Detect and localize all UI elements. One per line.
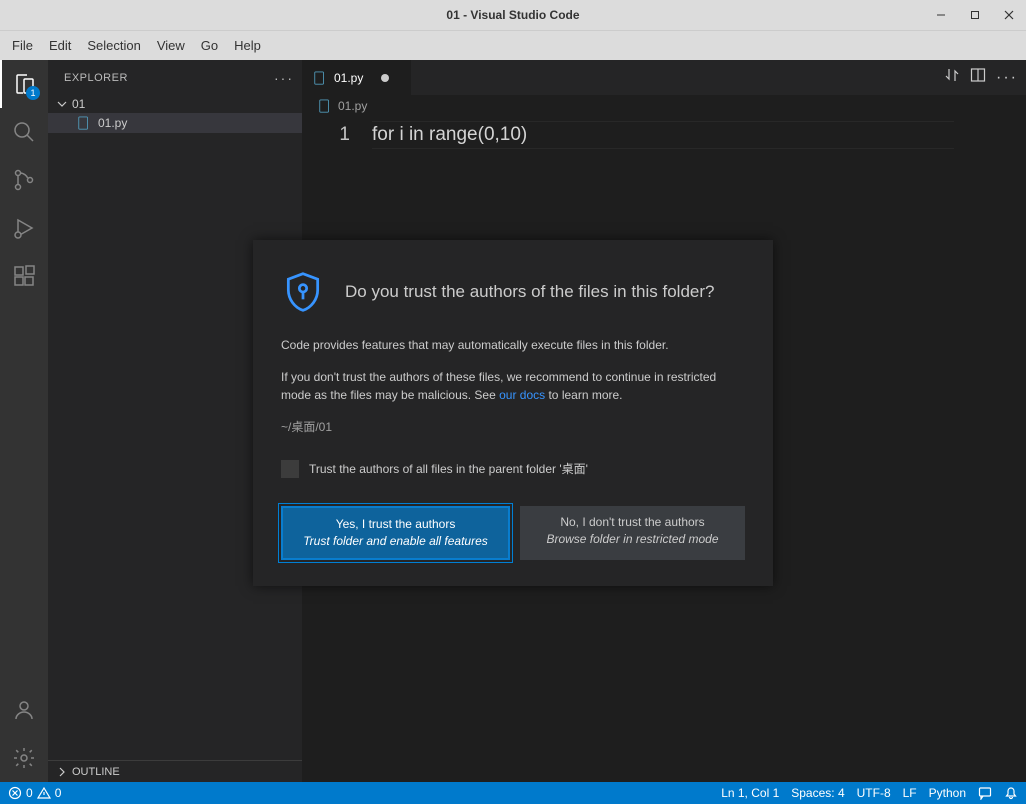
shield-icon — [281, 270, 325, 314]
menu-go[interactable]: Go — [193, 34, 226, 57]
menu-edit[interactable]: Edit — [41, 34, 79, 57]
workspace-trust-dialog: Do you trust the authors of the files in… — [253, 240, 773, 586]
status-spaces[interactable]: Spaces: 4 — [791, 786, 844, 800]
activity-bar: 1 — [0, 60, 48, 782]
activity-extensions[interactable] — [0, 252, 48, 300]
chevron-down-icon — [56, 98, 68, 110]
status-eol[interactable]: LF — [903, 786, 917, 800]
activity-explorer[interactable]: 1 — [0, 60, 48, 108]
sidebar-folder[interactable]: 01 — [48, 95, 302, 113]
dialog-checkbox-row: Trust the authors of all files in the pa… — [281, 460, 745, 478]
titlebar: 01 - Visual Studio Code — [0, 0, 1026, 30]
status-errors[interactable]: 0 0 — [8, 786, 61, 800]
dialog-p1: Code provides features that may automati… — [281, 336, 745, 354]
tab-01py[interactable]: 01.py — [302, 60, 412, 95]
no-main: No, I don't trust the authors — [560, 515, 704, 529]
activity-search[interactable] — [0, 108, 48, 156]
status-bar: 0 0 Ln 1, Col 1 Spaces: 4 UTF-8 LF Pytho… — [0, 782, 1026, 804]
activity-source-control[interactable] — [0, 156, 48, 204]
editor-actions: ··· — [936, 60, 1026, 95]
checkbox-label: Trust the authors of all files in the pa… — [309, 460, 588, 478]
dialog-buttons: Yes, I trust the authors Trust folder an… — [281, 506, 745, 560]
dialog-title: Do you trust the authors of the files in… — [345, 282, 714, 302]
menu-help[interactable]: Help — [226, 34, 269, 57]
no-sub: Browse folder in restricted mode — [526, 531, 739, 548]
trust-no-button[interactable]: No, I don't trust the authors Browse fol… — [520, 506, 745, 560]
folder-name: 01 — [72, 97, 85, 111]
status-feedback-icon[interactable] — [978, 786, 992, 800]
sidebar-title: EXPLORER — [64, 72, 128, 84]
close-button[interactable] — [992, 0, 1026, 30]
outline-label: OUTLINE — [72, 766, 120, 778]
status-bell-icon[interactable] — [1004, 786, 1018, 800]
status-language[interactable]: Python — [929, 786, 966, 800]
errors-count: 0 — [26, 786, 33, 800]
more-actions-icon[interactable]: ··· — [996, 69, 1018, 87]
code-line: for i in range(0,10) — [372, 121, 1026, 149]
dialog-path: ~/桌面/01 — [281, 418, 745, 436]
minimize-button[interactable] — [924, 0, 958, 30]
file-name: 01.py — [98, 116, 127, 130]
yes-main: Yes, I trust the authors — [336, 517, 456, 531]
python-file-icon — [312, 70, 328, 86]
chevron-right-icon — [56, 766, 68, 778]
dialog-body: Code provides features that may automati… — [281, 336, 745, 560]
maximize-button[interactable] — [958, 0, 992, 30]
sidebar-header: EXPLORER ··· — [48, 60, 302, 95]
docs-link[interactable]: our docs — [499, 388, 545, 402]
editor-tabs: 01.py ··· — [302, 60, 1026, 95]
trust-yes-button[interactable]: Yes, I trust the authors Trust folder an… — [281, 506, 510, 560]
menubar: File Edit Selection View Go Help — [0, 30, 1026, 60]
sidebar-more-icon[interactable]: ··· — [274, 70, 294, 86]
activity-account[interactable] — [0, 686, 48, 734]
breadcrumb-file: 01.py — [338, 99, 367, 113]
activity-run-debug[interactable] — [0, 204, 48, 252]
activity-settings[interactable] — [0, 734, 48, 782]
warnings-count: 0 — [55, 786, 62, 800]
python-file-icon — [76, 115, 92, 131]
window-title: 01 - Visual Studio Code — [446, 8, 579, 22]
compare-changes-icon[interactable] — [944, 67, 960, 88]
split-editor-icon[interactable] — [970, 67, 986, 88]
menu-view[interactable]: View — [149, 34, 193, 57]
dialog-p2: If you don't trust the authors of these … — [281, 368, 745, 404]
tab-dirty-indicator — [381, 74, 389, 82]
breadcrumb[interactable]: 01.py — [302, 95, 1026, 117]
yes-sub: Trust folder and enable all features — [289, 533, 502, 550]
menu-selection[interactable]: Selection — [79, 34, 148, 57]
explorer-badge: 1 — [26, 86, 40, 100]
line-number: 1 — [302, 121, 350, 149]
trust-parent-checkbox[interactable] — [281, 460, 299, 478]
sidebar-outline[interactable]: OUTLINE — [48, 760, 302, 782]
status-ln-col[interactable]: Ln 1, Col 1 — [721, 786, 779, 800]
window-controls — [924, 0, 1026, 30]
tab-name: 01.py — [334, 71, 363, 85]
sidebar-file-item[interactable]: 01.py — [48, 113, 302, 133]
menu-file[interactable]: File — [4, 34, 41, 57]
status-encoding[interactable]: UTF-8 — [857, 786, 891, 800]
python-file-icon — [318, 99, 332, 113]
